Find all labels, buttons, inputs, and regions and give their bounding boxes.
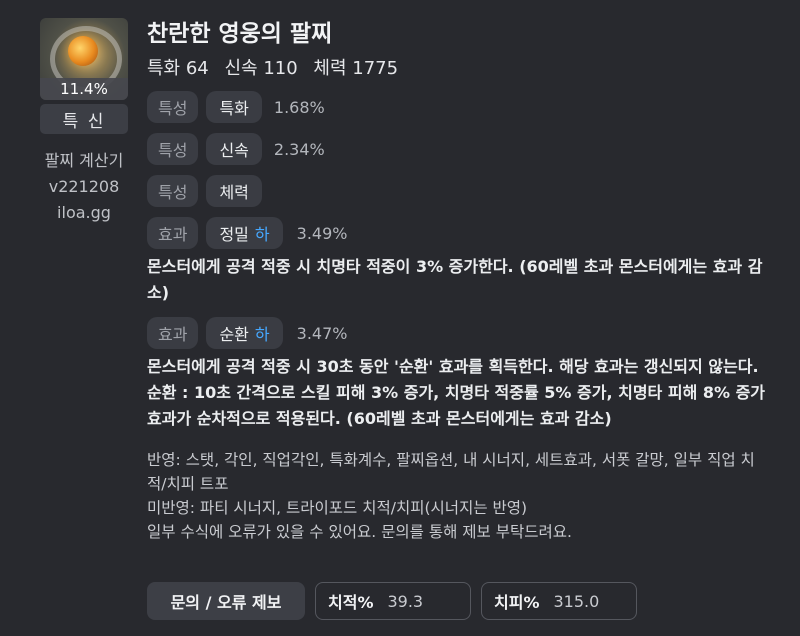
trait-value: 2.34% — [273, 139, 325, 159]
calculation-notes: 반영: 스탯, 각인, 직업각인, 특화계수, 팔찌옵션, 내 시너지, 세트효… — [147, 448, 767, 544]
effect-level: 하 — [254, 225, 270, 244]
stat-swiftness: 신속 110 — [224, 58, 298, 79]
site-link[interactable]: iloa.gg — [34, 200, 134, 226]
calculator-info: 팔찌 계산기 v221208 iloa.gg — [34, 148, 134, 226]
calculator-name: 팔찌 계산기 — [44, 151, 124, 170]
effect-type-pill: 효과 — [147, 217, 199, 249]
effect-description: 몬스터에게 공격 적중 시 30초 동안 '순환' 효과를 획득한다. 해당 효… — [147, 357, 766, 428]
trait-row: 특성 특화 1.68% — [147, 90, 767, 124]
effect-name: 순환 — [219, 325, 249, 344]
effect-row: 효과 순환 하 3.47% — [147, 316, 767, 350]
report-error-button[interactable]: 문의 / 오류 제보 — [147, 582, 305, 620]
crit-damage-value: 315.0 — [553, 591, 600, 611]
stat-specialization: 특화 64 — [147, 58, 209, 79]
calculator-version: v221208 — [48, 177, 120, 196]
trait-row: 특성 신속 2.34% — [147, 132, 767, 166]
effect-level: 하 — [254, 325, 270, 344]
trait-row: 특성 체력 — [147, 174, 767, 208]
reflected-note: 반영: 스탯, 각인, 직업각인, 특화계수, 팔찌옵션, 내 시너지, 세트효… — [147, 451, 755, 493]
trait-value: 1.68% — [273, 97, 325, 117]
crit-damage-label: 치피% — [494, 593, 540, 612]
effect-name-pill: 정밀 하 — [206, 217, 283, 249]
not-reflected-note: 미반영: 파티 시너지, 트라이포드 치적/치피(시너지는 반영) — [147, 499, 528, 517]
effect-row: 효과 정밀 하 3.49% — [147, 216, 767, 250]
trait-name-pill: 신속 — [206, 133, 262, 165]
effect-type-pill: 효과 — [147, 317, 199, 349]
effect-name-pill: 순환 하 — [206, 317, 283, 349]
effect-value: 3.47% — [296, 323, 348, 343]
crit-rate-label: 치적% — [328, 593, 374, 612]
bracelet-item-icon: 11.4% — [40, 18, 128, 100]
crit-rate-field[interactable]: 치적% 39.3 — [315, 582, 471, 620]
disclaimer-note: 일부 수식에 오류가 있을 수 있어요. 문의를 통해 제보 부탁드려요. — [147, 523, 572, 541]
trait-type-pill: 특성 — [147, 91, 199, 123]
item-panel: 11.4% 특 신 팔찌 계산기 v221208 iloa.gg — [40, 18, 130, 226]
trait-name-pill: 체력 — [206, 175, 262, 207]
bottom-bar: 문의 / 오류 제보 치적% 39.3 치피% 315.0 — [147, 582, 637, 620]
trait-name-pill: 특화 — [206, 91, 262, 123]
item-percent: 11.4% — [40, 78, 128, 100]
crit-damage-field[interactable]: 치피% 315.0 — [481, 582, 637, 620]
bracelet-gem — [68, 36, 98, 66]
item-title: 찬란한 영웅의 팔찌 — [147, 21, 333, 47]
stat-type-badge: 특 신 — [40, 104, 128, 134]
effect-description: 몬스터에게 공격 적중 시 치명타 적중이 3% 증가한다. (60레벨 초과 … — [147, 257, 763, 302]
item-details: 찬란한 영웅의 팔찌 특화 64 신속 110 체력 1775 특성 특화 1.… — [147, 18, 767, 544]
stat-vitality: 체력 1775 — [313, 58, 399, 79]
crit-rate-value: 39.3 — [387, 591, 424, 611]
effect-value: 3.49% — [296, 223, 348, 243]
item-stats: 특화 64 신속 110 체력 1775 — [147, 54, 767, 80]
trait-type-pill: 특성 — [147, 175, 199, 207]
effect-name: 정밀 — [219, 225, 249, 244]
trait-type-pill: 특성 — [147, 133, 199, 165]
